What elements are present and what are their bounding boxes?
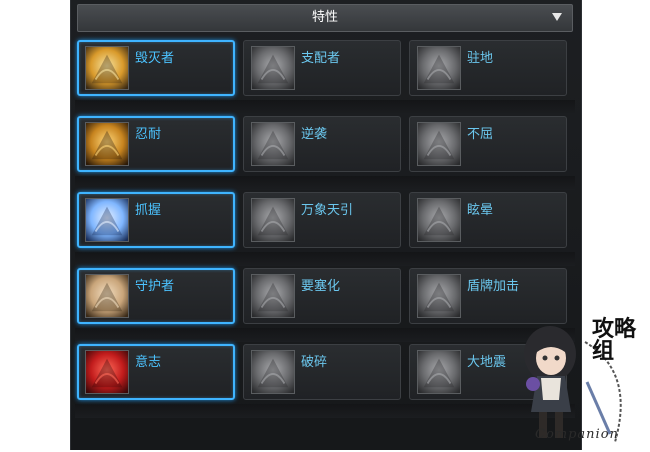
unyielding-icon — [417, 122, 461, 166]
trait-card-1-0[interactable]: 忍耐 — [77, 116, 235, 172]
trait-label: 忍耐 — [135, 127, 162, 142]
endurance-icon — [85, 122, 129, 166]
row-separator — [75, 176, 575, 190]
stun-icon — [417, 198, 461, 242]
trait-label: 毁灭者 — [135, 51, 175, 66]
trait-card-2-2[interactable]: 眩晕 — [409, 192, 567, 248]
trait-label: 驻地 — [467, 51, 494, 66]
trait-card-1-2[interactable]: 不屈 — [409, 116, 567, 172]
trait-label: 破碎 — [301, 355, 328, 370]
watermark-text: Companion — [535, 427, 619, 442]
trait-card-3-0[interactable]: 守护者 — [77, 268, 235, 324]
trait-label: 不屈 — [467, 127, 494, 142]
trait-label: 眩晕 — [467, 203, 494, 218]
fortify-icon — [251, 274, 295, 318]
garrison-icon — [417, 46, 461, 90]
trait-label: 万象天引 — [301, 203, 354, 218]
destroyer-icon — [85, 46, 129, 90]
row-separator — [75, 328, 575, 342]
traits-grid: 毁灭者 支配者 驻地 忍耐 逆袭 不屈 抓握 万象天引 眩晕 守护者 要塞化 盾… — [71, 0, 581, 450]
trait-label: 支配者 — [301, 51, 341, 66]
trait-card-3-1[interactable]: 要塞化 — [243, 268, 401, 324]
row-separator — [75, 252, 575, 266]
trait-card-4-1[interactable]: 破碎 — [243, 344, 401, 400]
trait-label: 要塞化 — [301, 279, 341, 294]
counterattack-icon — [251, 122, 295, 166]
trait-card-0-0[interactable]: 毁灭者 — [77, 40, 235, 96]
row-separator — [75, 404, 575, 418]
trait-card-2-0[interactable]: 抓握 — [77, 192, 235, 248]
trait-label: 大地震 — [467, 355, 507, 370]
traits-panel: 特性 毁灭者 支配者 驻地 忍耐 逆袭 不屈 抓握 万象天引 眩晕 守护者 要塞… — [70, 0, 582, 450]
shatter-icon — [251, 350, 295, 394]
guardian-icon — [85, 274, 129, 318]
will-icon — [85, 350, 129, 394]
watermark-chars: 攻略组 — [592, 316, 637, 364]
trait-label: 盾牌加击 — [467, 279, 520, 294]
shield-bash-icon — [417, 274, 461, 318]
trait-card-0-1[interactable]: 支配者 — [243, 40, 401, 96]
trait-label: 逆袭 — [301, 127, 328, 142]
trait-card-1-1[interactable]: 逆袭 — [243, 116, 401, 172]
trait-label: 守护者 — [135, 279, 175, 294]
grasp-icon — [85, 198, 129, 242]
trait-card-4-0[interactable]: 意志 — [77, 344, 235, 400]
row-separator — [75, 100, 575, 114]
universal-pull-icon — [251, 198, 295, 242]
trait-label: 意志 — [135, 355, 162, 370]
trait-card-0-2[interactable]: 驻地 — [409, 40, 567, 96]
earthquake-icon — [417, 350, 461, 394]
trait-label: 抓握 — [135, 203, 162, 218]
dominator-icon — [251, 46, 295, 90]
trait-card-2-1[interactable]: 万象天引 — [243, 192, 401, 248]
